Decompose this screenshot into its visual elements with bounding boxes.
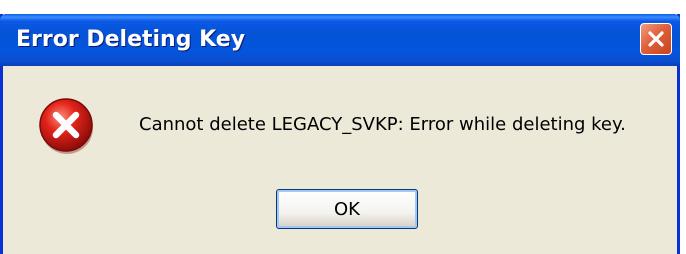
page: Error Deleting Key Cannot delete LEGACY_… xyxy=(0,0,686,254)
close-icon xyxy=(648,31,664,47)
close-button[interactable] xyxy=(640,23,672,55)
dialog-title: Error Deleting Key xyxy=(16,27,246,52)
error-icon xyxy=(39,98,93,154)
ok-button[interactable]: OK xyxy=(276,189,418,229)
error-dialog: Error Deleting Key Cannot delete LEGACY_… xyxy=(0,14,680,254)
title-bar[interactable]: Error Deleting Key xyxy=(0,14,680,66)
error-message: Cannot delete LEGACY_SVKP: Error while d… xyxy=(139,114,626,135)
